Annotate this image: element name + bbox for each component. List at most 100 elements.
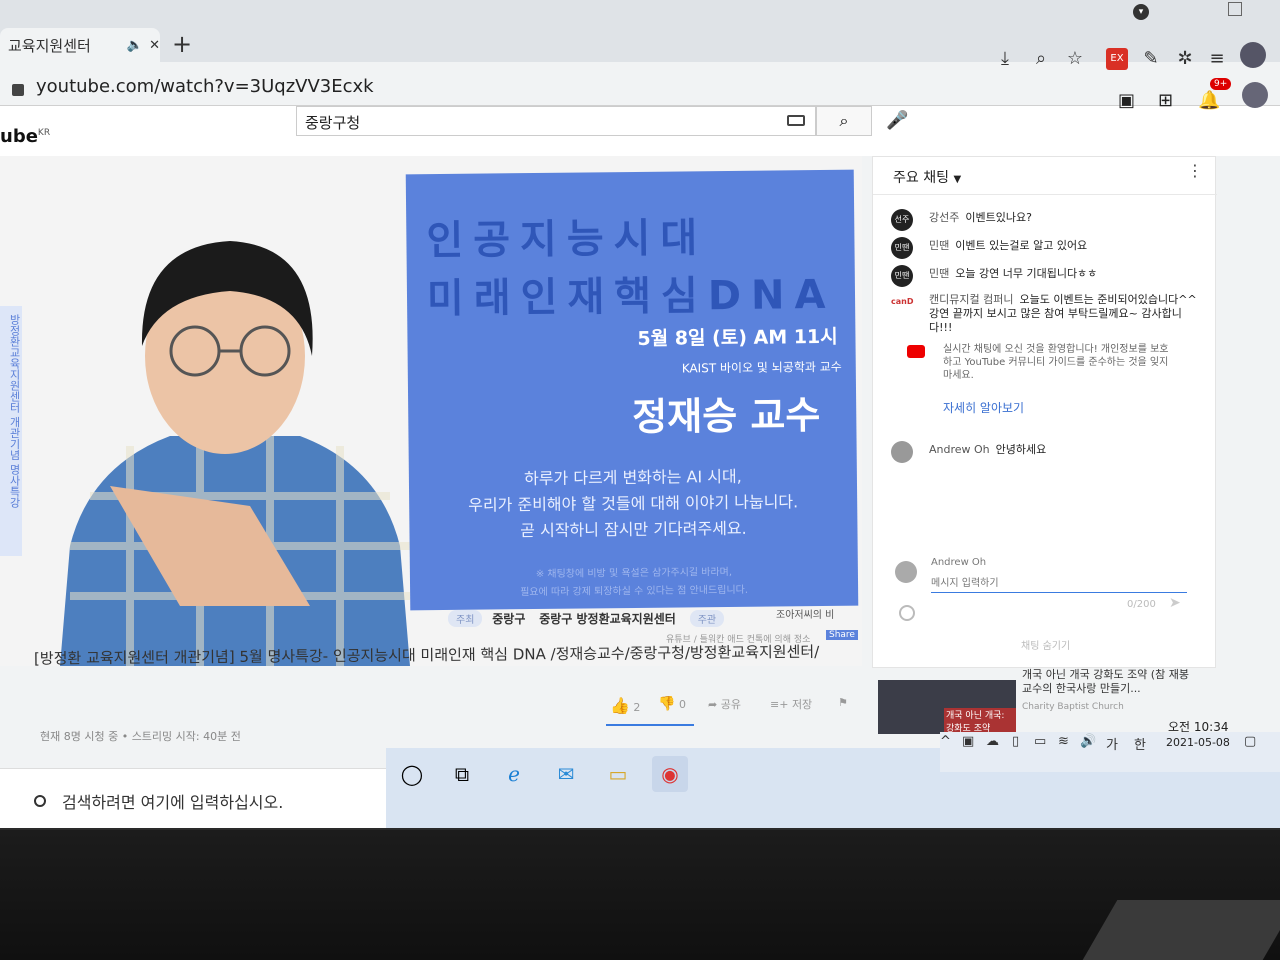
save-label: 저장 (791, 698, 813, 711)
send-icon[interactable]: ➤ (1169, 595, 1181, 611)
bookmark-star-icon[interactable]: ☆ (1064, 48, 1086, 70)
logo-country: KR (37, 128, 51, 138)
close-tab-icon[interactable]: ✕ (149, 38, 160, 53)
share-button[interactable]: ➦ 공유 (708, 696, 741, 712)
recommended-video-title[interactable]: 개국 아닌 개국 강화도 조약 (참 재봉 교수의 한국사랑 만들기... (1022, 668, 1192, 696)
volume-icon[interactable]: 🔊 (1080, 734, 1096, 749)
mail-icon[interactable]: ✉ (548, 756, 584, 792)
chat-avatar[interactable]: 민땐 (891, 265, 913, 287)
address-bar[interactable]: youtube.com/watch?v=3UqzVV3Ecxk (36, 76, 374, 97)
live-chat-panel: 주요 채팅 ▼ ⋮ 선주 강선주 이벤트있나요? 민땐 민땐 이벤트 있는걸로 알고… (872, 156, 1217, 668)
taskbar-search[interactable]: 검색하려면 여기에 입력하십시오. (0, 768, 386, 830)
task-view-icon[interactable]: ⧉ (444, 756, 480, 792)
learn-more-link[interactable]: 자세히 알아보기 (943, 399, 1024, 416)
playlist-add-icon: ≡+ (770, 698, 789, 711)
chat-avatar[interactable]: canD (891, 291, 913, 313)
like-count: 2 (633, 701, 641, 714)
clock-date[interactable]: 2021-05-08 (1166, 736, 1230, 749)
my-avatar (895, 561, 917, 583)
microphone-icon[interactable]: 🎤 (886, 110, 908, 131)
battery-icon[interactable]: ▭ (1034, 734, 1046, 749)
monitor-screen: 교육지원센터 🔈 ✕ + ▾ youtube.com/watch?v=3UqzV… (0, 0, 1280, 830)
video-player[interactable]: 방정환교육지원센터 개관기념 명사특강 인공지능시대 미래인재핵심DNA 5월 … (0, 156, 862, 666)
search-box[interactable] (296, 106, 816, 136)
caret-down-icon: ▼ (953, 174, 962, 185)
sponsor-organizer-pill: 주관 (689, 610, 725, 627)
chat-avatar[interactable] (891, 441, 913, 463)
media-control-icon[interactable]: ≡ (1206, 48, 1228, 70)
camera-icon[interactable]: ▣ (962, 734, 974, 749)
emoji-icon[interactable] (899, 605, 915, 621)
poster-title-line-1: 인공지능시대 (426, 215, 708, 265)
chat-avatar[interactable]: 선주 (891, 209, 913, 231)
more-options-icon[interactable]: ⋮ (1187, 161, 1203, 180)
puzzle-extensions-icon[interactable]: ✲ (1174, 48, 1196, 70)
keyboard-icon[interactable] (787, 115, 805, 126)
browser-tab[interactable]: 교육지원센터 🔈 ✕ (0, 28, 160, 62)
chat-mode-dropdown[interactable]: 주요 채팅 ▼ (893, 167, 961, 187)
chat-author[interactable]: 강선주 (929, 211, 959, 224)
share-badge[interactable]: Share (826, 630, 858, 640)
pen-extension-icon[interactable]: ✎ (1140, 48, 1162, 70)
chat-text: 이벤트있나요? (965, 211, 1032, 224)
chat-author[interactable]: 민땐 (929, 239, 949, 252)
report-flag-icon[interactable]: ⚑ (838, 696, 848, 709)
extension-ex-icon[interactable]: EX (1106, 48, 1128, 70)
search-input[interactable] (305, 113, 765, 131)
new-tab-button[interactable]: + (172, 30, 192, 58)
share-label: 공유 (720, 698, 741, 711)
poster-title-line-2: 미래인재핵심DNA (426, 271, 836, 323)
youtube-logo[interactable]: ubeKR (0, 126, 50, 147)
hide-chat-button[interactable]: 채팅 숨기기 (1021, 637, 1070, 652)
speaker-icon[interactable]: 🔈 (127, 38, 143, 53)
sponsor-jungnang-logo: 중랑구 (492, 612, 526, 626)
create-video-icon[interactable]: ▣ (1118, 90, 1135, 111)
file-explorer-icon[interactable]: ▭ (600, 756, 636, 792)
usb-icon[interactable]: ▯ (1012, 734, 1019, 749)
tray-expand-icon[interactable]: ^ (940, 734, 951, 749)
edge-icon[interactable]: ℯ (496, 756, 532, 792)
chat-header: 주요 채팅 ▼ ⋮ (873, 157, 1217, 195)
lock-icon[interactable] (12, 84, 24, 96)
chat-message-input[interactable] (931, 575, 1187, 593)
dislike-count: 0 (678, 698, 686, 711)
apps-grid-icon[interactable]: ⊞ (1158, 90, 1173, 111)
profile-dropdown-icon[interactable]: ▾ (1133, 4, 1149, 20)
onedrive-icon[interactable]: ☁ (986, 734, 999, 749)
poster-affiliation: KAIST 바이오 및 뇌공학과 교수 (681, 359, 842, 376)
poster-note-line-1: ※ 채팅창에 비방 및 욕설은 삼가주시길 바라며, (535, 566, 733, 581)
install-icon[interactable]: ⤓ (994, 48, 1016, 70)
browser-profile-avatar[interactable] (1240, 42, 1266, 68)
chat-author[interactable]: Andrew Oh (929, 443, 990, 456)
chat-author[interactable]: 캔디뮤지컬 컴퍼니 (929, 293, 1013, 306)
poster-description-line-3: 곧 시작하니 잠시만 기다려주세요. (520, 518, 747, 541)
ime-mode-ga[interactable]: 가 (1106, 734, 1118, 753)
notifications-bell-icon[interactable]: 🔔 (1198, 90, 1220, 111)
zoom-icon[interactable]: ⌕ (1030, 48, 1052, 70)
chat-text: 오늘 강연 너무 기대됩니다ㅎㅎ (955, 267, 1098, 280)
recommended-video-channel[interactable]: Charity Baptist Church (1022, 702, 1124, 712)
like-button[interactable]: 👍 2 (610, 696, 640, 715)
search-icon: ⌕ (839, 111, 849, 130)
thumbs-down-icon: 👎 (658, 696, 676, 712)
notifications-center-icon[interactable]: ▢ (1244, 734, 1256, 749)
speaker-photo (60, 241, 410, 666)
youtube-avatar[interactable] (1242, 82, 1268, 108)
save-button[interactable]: ≡+ 저장 (770, 696, 812, 712)
wifi-icon[interactable]: ≋ (1058, 734, 1069, 749)
youtube-header: ubeKR ⌕ 🎤 ▣ ⊞ 🔔 9+ (0, 78, 1280, 156)
dislike-button[interactable]: 👎 0 (658, 696, 686, 712)
clock-time[interactable]: 오전 10:34 (1168, 718, 1228, 735)
logo-text: ube (0, 126, 38, 147)
chat-input-author: Andrew Oh (931, 557, 987, 568)
chrome-icon[interactable]: ◉ (652, 756, 688, 792)
chat-avatar[interactable]: 민땐 (891, 237, 913, 259)
notification-badge: 9+ (1210, 78, 1232, 90)
window-restore-icon[interactable] (1228, 2, 1242, 16)
chat-author[interactable]: 민땐 (929, 267, 949, 280)
cortana-icon[interactable]: ◯ (394, 756, 430, 792)
poster-note-line-2: 필요에 따라 강제 퇴장하실 수 있다는 점 안내드립니다. (520, 584, 749, 599)
search-button[interactable]: ⌕ (816, 106, 872, 136)
video-actions: 👍 2 👎 0 ➦ 공유 ≡+ 저장 ⚑ (606, 692, 856, 722)
ime-mode-han[interactable]: 한 (1134, 734, 1146, 753)
